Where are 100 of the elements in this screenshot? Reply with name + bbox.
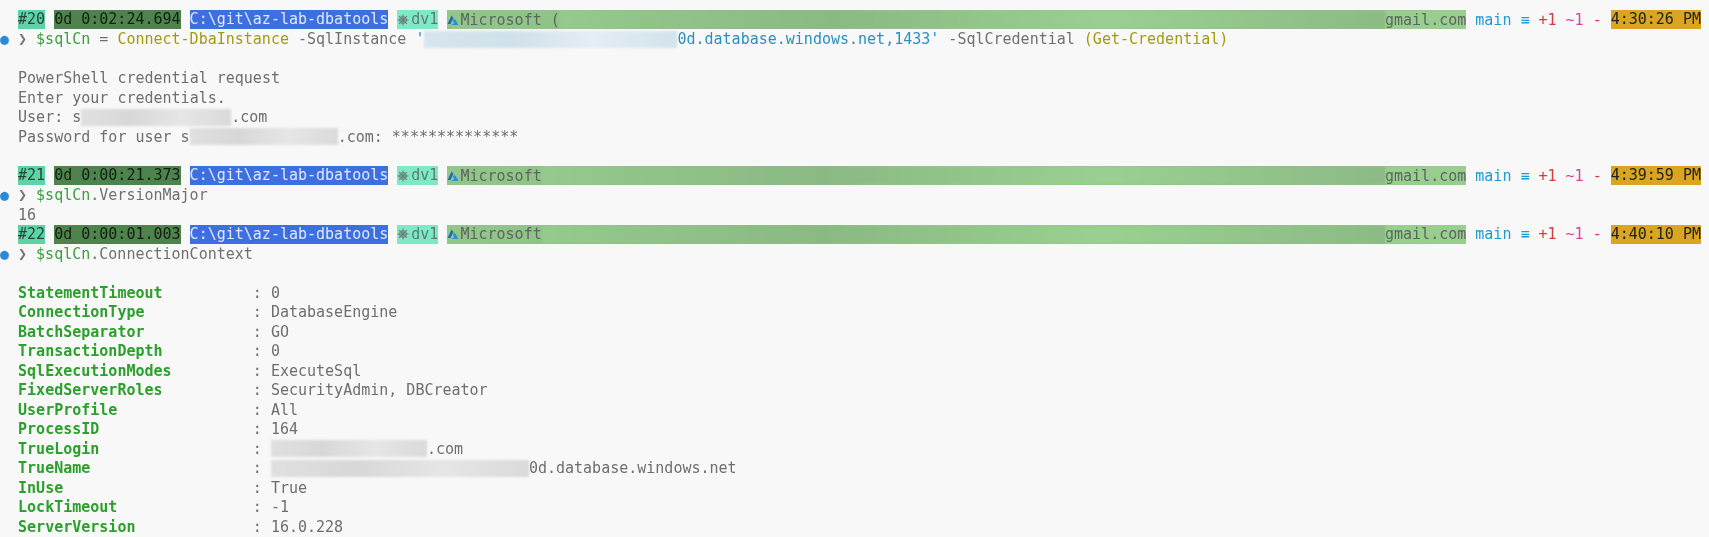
git-separator: - [1592, 166, 1602, 185]
git-modified: ~1 [1565, 10, 1584, 29]
prompt-chevron: ❯ [18, 244, 28, 263]
property-name: TrueLogin [18, 439, 101, 458]
azure-icon [447, 229, 460, 240]
cmdlet-token: (Get-Credential) [1083, 30, 1229, 49]
command-duration: 0d 0:02:24.694 [54, 10, 181, 30]
property-separator: : [252, 478, 262, 497]
git-separator: - [1592, 225, 1602, 244]
account-email: gmail.com [1385, 225, 1467, 244]
prompt-bullet: ● [0, 30, 10, 49]
account-name: Microsoft [460, 166, 542, 185]
git-added: +1 [1538, 225, 1557, 244]
output-text: .com [426, 439, 463, 458]
property-separator: : [252, 517, 262, 536]
code-text: -SqlInstance [297, 30, 408, 49]
property-separator: : [252, 420, 262, 439]
history-number: #20 [18, 10, 46, 30]
property-separator: : [252, 498, 262, 517]
kube-context-segment: dv1 [397, 166, 439, 186]
path-segment: C:\git\az-lab-dbatools [189, 166, 389, 186]
variable-token: $sqlCn [36, 186, 91, 205]
output-text: -1 [270, 498, 289, 517]
prompt-bullet: ● [0, 244, 10, 263]
azure-icon [447, 14, 460, 25]
property-separator: : [252, 400, 262, 419]
history-number: #21 [18, 166, 46, 186]
git-modified: ~1 [1565, 225, 1584, 244]
account-email: gmail.com [1385, 10, 1467, 29]
account-email: gmail.com [1385, 166, 1467, 185]
output-text: 0 [270, 342, 280, 361]
account-name: Microsoft ( [460, 10, 560, 29]
property-separator: : [252, 381, 262, 400]
output-text: GO [270, 322, 289, 341]
git-branch: main [1475, 166, 1512, 185]
prompt-chevron: ❯ [18, 30, 28, 49]
output-text: True [270, 478, 307, 497]
git-modified: ~1 [1565, 166, 1584, 185]
output-text: .com: ************** [337, 127, 519, 146]
helm-wheel-icon [397, 169, 410, 182]
property-separator: : [252, 283, 262, 302]
property-name: UserProfile [18, 400, 119, 419]
property-name: FixedServerRoles [18, 381, 164, 400]
property-name: ConnectionType [18, 303, 146, 322]
output-text: 16 [18, 205, 37, 224]
git-branch: main [1475, 225, 1512, 244]
property-separator: : [252, 439, 262, 458]
kube-context-segment: dv1 [397, 10, 439, 30]
property-name: LockTimeout [18, 498, 119, 517]
cmdlet-token: Connect-DbaInstance [117, 30, 289, 49]
helm-wheel-icon [397, 13, 410, 26]
path-segment: C:\git\az-lab-dbatools [189, 224, 389, 244]
prompt-chevron: ❯ [18, 186, 28, 205]
clock-time: 4:39:59 PM [1610, 166, 1701, 186]
git-branch: main [1475, 10, 1512, 29]
code-text: = [98, 30, 110, 49]
azure-icon [447, 170, 460, 181]
history-number: #22 [18, 224, 46, 244]
property-name: StatementTimeout [18, 283, 164, 302]
property-name: BatchSeparator [18, 322, 146, 341]
code-text: .ConnectionContext [90, 244, 253, 263]
string-token: ' [415, 30, 425, 49]
clock-time: 4:30:26 PM [1610, 10, 1701, 30]
property-name: TrueName [18, 459, 92, 478]
property-separator: : [252, 459, 262, 478]
property-name: ProcessID [18, 420, 101, 439]
kube-context-segment: dv1 [397, 224, 439, 244]
string-token: 0d.database.windows.net,1433' [677, 30, 940, 49]
property-name: ServerVersion [18, 517, 137, 536]
output-text: Enter your credentials. [18, 88, 226, 107]
output-text: 164 [270, 420, 298, 439]
property-separator: : [252, 322, 262, 341]
property-separator: : [252, 361, 262, 380]
output-text: 16.0.228 [270, 517, 344, 536]
prompt-bullet: ● [0, 186, 10, 205]
output-text: .com [231, 108, 268, 127]
path-segment: C:\git\az-lab-dbatools [189, 10, 389, 30]
output-text: SecurityAdmin, DBCreator [270, 381, 488, 400]
account-name: Microsoft [460, 225, 542, 244]
output-text: All [270, 400, 298, 419]
git-separator: - [1592, 10, 1602, 29]
property-name: InUse [18, 478, 65, 497]
clock-time: 4:40:10 PM [1610, 224, 1701, 244]
command-duration: 0d 0:00:01.003 [54, 224, 181, 244]
git-status: ≡ [1520, 225, 1530, 244]
command-duration: 0d 0:00:21.373 [54, 166, 181, 186]
output-text: 0d.database.windows.net [528, 459, 737, 478]
output-text: Password for user s [18, 127, 190, 146]
git-added: +1 [1538, 166, 1557, 185]
code-text: .VersionMajor [90, 186, 208, 205]
code-text: -SqlCredential [947, 30, 1076, 49]
property-name: TransactionDepth [18, 342, 164, 361]
variable-token: $sqlCn [36, 244, 91, 263]
git-status: ≡ [1520, 166, 1530, 185]
output-text: User: s [18, 108, 82, 127]
git-status: ≡ [1520, 10, 1530, 29]
variable-token: $sqlCn [36, 30, 91, 49]
property-separator: : [252, 342, 262, 361]
output-text: 0 [270, 283, 280, 302]
helm-wheel-icon [397, 228, 410, 241]
